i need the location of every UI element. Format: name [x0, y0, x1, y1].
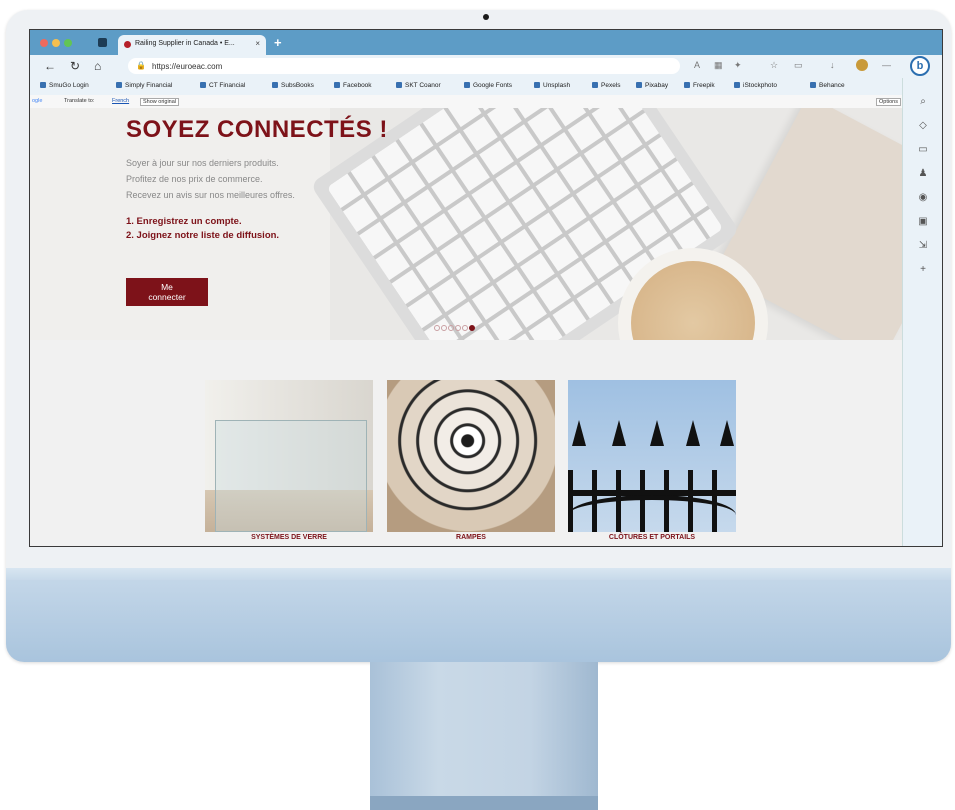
split-screen-icon[interactable]: ▭: [794, 60, 803, 71]
extensions-icon[interactable]: ✦: [734, 60, 742, 71]
tab-actions-icon[interactable]: [98, 38, 107, 47]
carousel-dot[interactable]: [455, 325, 461, 331]
carousel-dot[interactable]: [462, 325, 468, 331]
back-arrow-icon[interactable]: ←: [44, 59, 56, 73]
address-bar[interactable]: 🔒 https://euroeac.com: [128, 58, 680, 74]
bookmark-item[interactable]: SubsBooks: [272, 82, 314, 89]
carousel-dot-active[interactable]: [469, 325, 475, 331]
carousel-dot[interactable]: [434, 325, 440, 331]
refresh-icon[interactable]: ↻: [70, 59, 80, 73]
bookmark-item[interactable]: CT Financial: [200, 82, 245, 89]
minimize-window-button[interactable]: [52, 39, 60, 47]
bookmark-item[interactable]: Unsplash: [534, 82, 570, 89]
hero-title: SOYEZ CONNECTÉS !: [126, 116, 388, 143]
imac-stand-foot: [370, 796, 598, 810]
translate-bar: ogle Translate to: French Show original …: [30, 95, 902, 109]
bookmark-item[interactable]: Freepik: [684, 82, 715, 89]
profile-avatar[interactable]: [856, 59, 868, 71]
bookmark-item[interactable]: Google Fonts: [464, 82, 512, 89]
shopping-tag-icon[interactable]: ◇: [916, 120, 930, 131]
category-card-fences-gates[interactable]: [568, 380, 736, 532]
imac-chin: [6, 568, 951, 662]
url-text: https://euroeac.com: [152, 62, 223, 71]
site-favicon-icon: [124, 41, 131, 48]
favorites-icon[interactable]: ☆: [770, 60, 778, 71]
hero-text-line: Soyer à jour sur nos derniers produits.: [126, 158, 279, 168]
bookmark-item[interactable]: SKT Coanor: [396, 82, 441, 89]
add-sidebar-item-icon[interactable]: +: [916, 264, 930, 275]
google-logo: ogle: [32, 98, 43, 104]
imac-chin-highlight: [6, 568, 951, 580]
new-tab-button[interactable]: +: [274, 35, 282, 50]
category-label[interactable]: SYSTÈMES DE VERRE: [205, 534, 373, 541]
read-aloud-icon[interactable]: A: [694, 60, 700, 70]
hero-step: 1. Enregistrez un compte.: [126, 216, 242, 227]
hero-banner: SOYEZ CONNECTÉS ! Soyer à jour sur nos d…: [30, 108, 902, 340]
bing-chat-icon[interactable]: b: [910, 56, 930, 76]
bookmark-item[interactable]: Behance: [810, 82, 845, 89]
bookmark-item[interactable]: iStockphoto: [734, 82, 777, 89]
tab-bar: Railing Supplier in Canada • E... × +: [30, 30, 942, 55]
bookmark-item[interactable]: Pexels: [592, 82, 621, 89]
carousel-dot[interactable]: [448, 325, 454, 331]
tab-title: Railing Supplier in Canada • E...: [135, 40, 235, 47]
lock-icon: 🔒: [136, 61, 146, 70]
microsoft-365-icon[interactable]: ◉: [916, 192, 930, 203]
categories-section: SYSTÈMES DE VERRE RAMPES CLÔTURES ET POR…: [30, 340, 902, 546]
bookmarks-bar: SmuGo Login Simply Financial CT Financia…: [30, 78, 902, 95]
screen: Railing Supplier in Canada • E... × + ← …: [29, 29, 943, 547]
carousel-dots: [434, 318, 476, 336]
show-original-button[interactable]: Show original: [140, 98, 180, 106]
category-label[interactable]: RAMPES: [387, 534, 555, 541]
drop-icon[interactable]: ⇲: [916, 240, 930, 251]
maximize-window-button[interactable]: [64, 39, 72, 47]
close-window-button[interactable]: [40, 39, 48, 47]
category-card-glass-systems[interactable]: [205, 380, 373, 532]
translate-language-select[interactable]: French: [112, 98, 129, 104]
category-card-railings[interactable]: [387, 380, 555, 532]
carousel-dot[interactable]: [441, 325, 447, 331]
hero-step: 2. Joignez notre liste de diffusion.: [126, 230, 280, 241]
tab-close-icon[interactable]: ×: [255, 39, 260, 48]
search-icon[interactable]: ⌕: [916, 96, 930, 107]
bookmark-item[interactable]: Facebook: [334, 82, 372, 89]
browser-sidebar: ⌕ ◇ ▭ ♟ ◉ ▣ ⇲ +: [902, 78, 942, 546]
collections-icon[interactable]: ▦: [714, 60, 723, 71]
bookmark-item[interactable]: Pixabay: [636, 82, 668, 89]
tools-briefcase-icon[interactable]: ▭: [916, 144, 930, 155]
hero-text-line: Recevez un avis sur nos meilleures offre…: [126, 190, 295, 200]
imac-stand: [370, 662, 598, 810]
outlook-icon[interactable]: ▣: [916, 216, 930, 227]
bookmark-item[interactable]: SmuGo Login: [40, 82, 89, 89]
home-icon[interactable]: ⌂: [94, 59, 101, 73]
more-menu-icon[interactable]: —: [882, 60, 891, 70]
translate-options-button[interactable]: Options: [876, 98, 901, 106]
category-label[interactable]: CLÔTURES ET PORTAILS: [568, 534, 736, 541]
bookmark-item[interactable]: Simply Financial: [116, 82, 172, 89]
login-button[interactable]: Me connecter: [126, 278, 208, 306]
translate-to-label: Translate to:: [64, 98, 95, 104]
downloads-icon[interactable]: ↓: [830, 60, 835, 70]
navigation-bar: ← ↻ ⌂ 🔒 https://euroeac.com A ▦ ✦ ☆ ▭ ↓ …: [30, 55, 942, 78]
games-icon[interactable]: ♟: [916, 168, 930, 179]
camera-icon: [483, 14, 489, 20]
browser-tab[interactable]: Railing Supplier in Canada • E... ×: [118, 35, 266, 55]
hero-text-line: Profitez de nos prix de commerce.: [126, 174, 263, 184]
